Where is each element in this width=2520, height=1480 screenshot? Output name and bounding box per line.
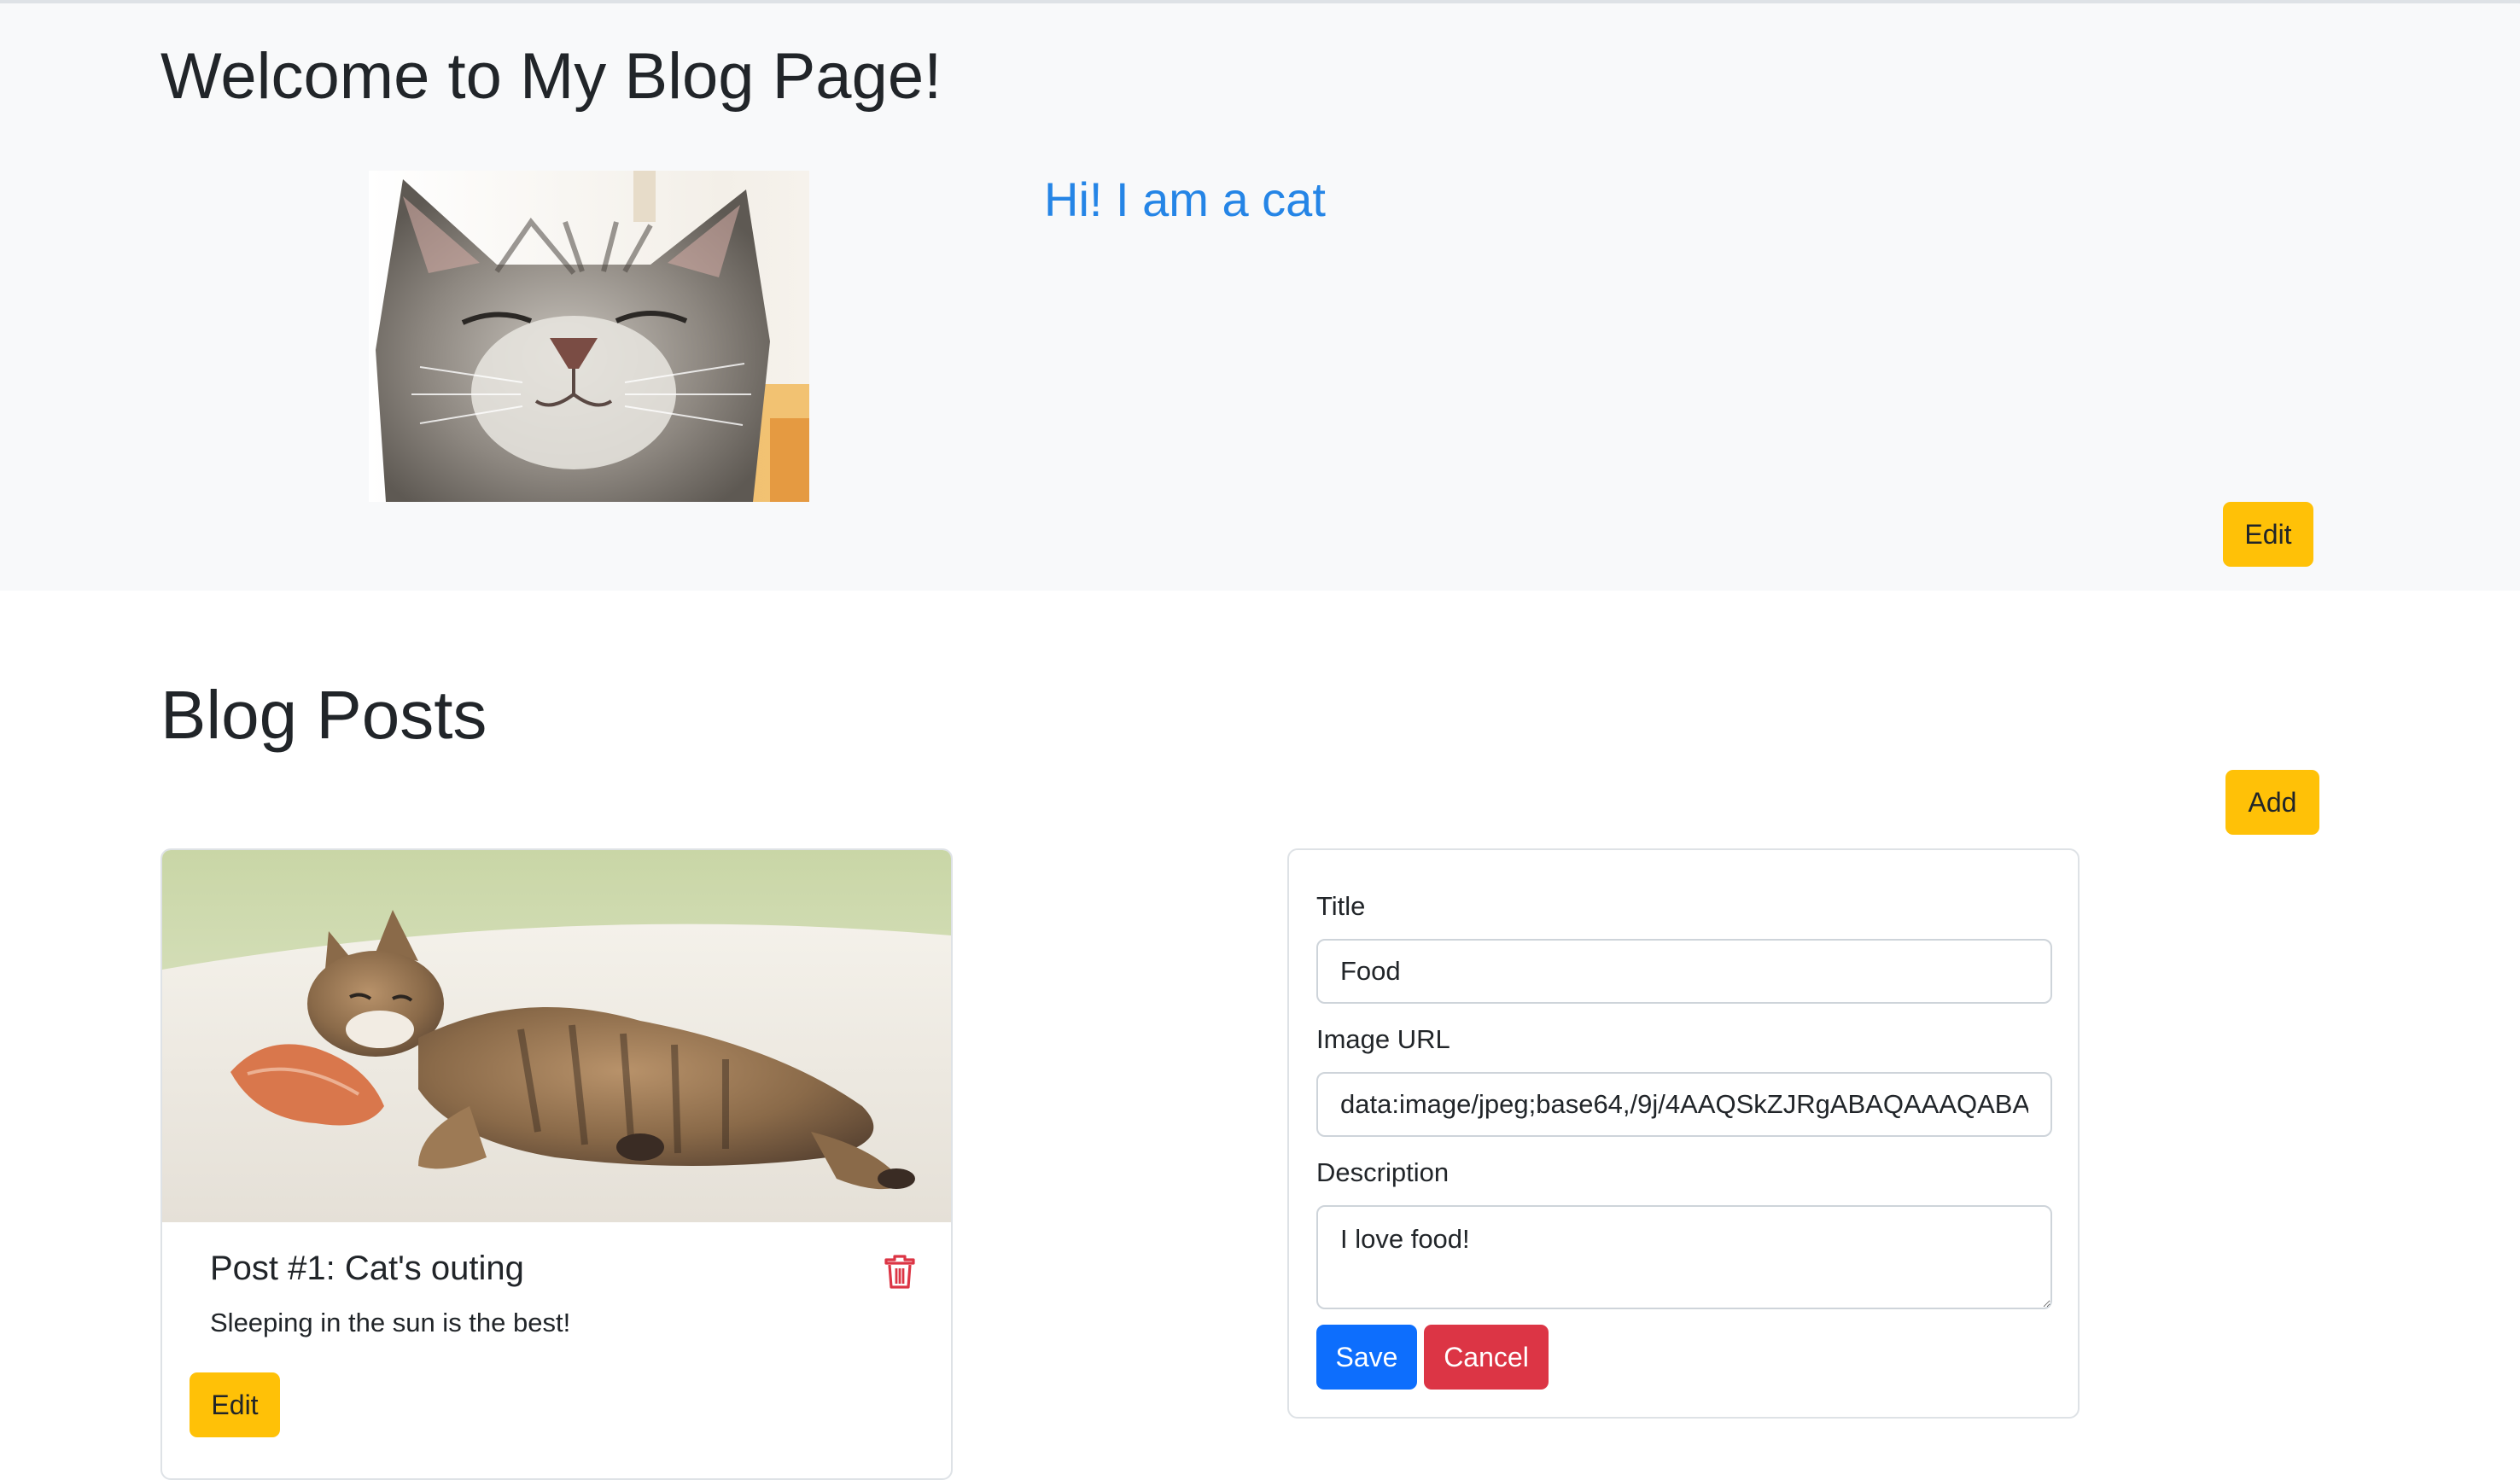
description-label: Description <box>1316 1157 1450 1187</box>
cancel-button[interactable]: Cancel <box>1424 1325 1549 1390</box>
post-description: Sleeping in the sun is the best! <box>210 1308 571 1337</box>
title-label: Title <box>1316 891 1366 921</box>
profile-section: Welcome to My Blog Page! Hi! I am a cat … <box>0 3 2520 591</box>
profile-cat-photo <box>369 171 809 502</box>
profile-tagline: Hi! I am a cat <box>1044 172 1326 226</box>
title-input[interactable] <box>1316 939 2052 1004</box>
trash-icon[interactable] <box>883 1253 917 1291</box>
edit-profile-button[interactable]: Edit <box>2223 502 2313 567</box>
description-textarea[interactable]: I love food! <box>1316 1205 2052 1309</box>
save-button[interactable]: Save <box>1316 1325 1417 1390</box>
image-url-input[interactable] <box>1316 1072 2052 1137</box>
post-cat-photo <box>162 850 951 1222</box>
image-url-label: Image URL <box>1316 1024 1450 1054</box>
blog-post-card: Post #1: Cat's outing Sleeping in the su… <box>160 848 953 1480</box>
post-edit-form: Title Image URL Description I love food!… <box>1287 848 2080 1419</box>
post-title: Post #1: Cat's outing <box>210 1250 524 1287</box>
edit-post-button[interactable]: Edit <box>190 1372 280 1437</box>
page-title: Welcome to My Blog Page! <box>160 40 942 113</box>
add-post-button[interactable]: Add <box>2225 770 2319 835</box>
blog-posts-heading: Blog Posts <box>160 677 487 753</box>
